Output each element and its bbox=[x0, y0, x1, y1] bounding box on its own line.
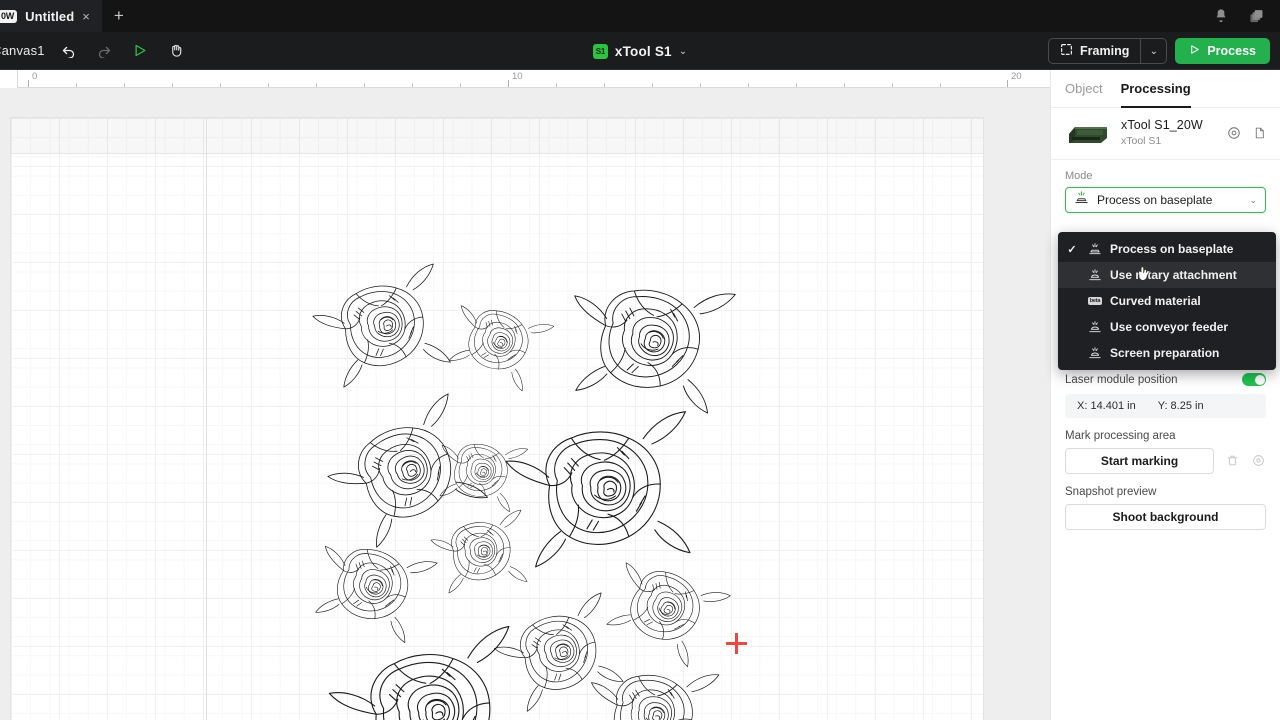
layers-icon[interactable] bbox=[1248, 7, 1266, 25]
close-icon[interactable]: × bbox=[82, 10, 90, 23]
trash-icon[interactable] bbox=[1226, 454, 1240, 468]
eye-circle-icon[interactable] bbox=[1252, 454, 1266, 468]
canvas-workspace[interactable] bbox=[0, 88, 1050, 720]
beta-badge-label: beta bbox=[1087, 297, 1103, 305]
tabbar-actions bbox=[1212, 0, 1280, 32]
process-label: Process bbox=[1207, 44, 1256, 58]
redo-icon[interactable] bbox=[86, 36, 122, 66]
framing-dashed-icon bbox=[1060, 43, 1073, 59]
mode-option-use-rotary-attachment[interactable]: Use rotary attachment bbox=[1058, 262, 1276, 288]
rotary-laser-icon bbox=[1086, 268, 1104, 282]
xtool-creative-space-window: 0W Untitled × + Canvas1 bbox=[0, 0, 1280, 720]
tabbar-spacer bbox=[136, 0, 1212, 32]
ruler-label-10: 10 bbox=[512, 71, 523, 82]
snapshot-label: Snapshot preview bbox=[1065, 486, 1157, 498]
tab-object[interactable]: Object bbox=[1065, 70, 1103, 108]
mode-option-label: Curved material bbox=[1110, 294, 1201, 308]
process-button[interactable]: Process bbox=[1175, 38, 1270, 64]
chevron-down-icon: ⌄ bbox=[1249, 194, 1257, 205]
mode-label: Mode bbox=[1065, 170, 1093, 182]
baseplate-laser-icon bbox=[1086, 242, 1104, 256]
undo-icon[interactable] bbox=[50, 36, 86, 66]
screen-laser-icon bbox=[1086, 346, 1104, 360]
machine-selector[interactable]: S1 xTool S1 ⌄ bbox=[592, 43, 688, 59]
gear-circle-icon[interactable] bbox=[1227, 126, 1241, 140]
panel-tabs: Object Processing bbox=[1051, 70, 1280, 108]
framing-button[interactable]: Framing bbox=[1049, 39, 1140, 63]
chevron-down-icon: ⌄ bbox=[678, 45, 688, 57]
machine-model: xTool S1 bbox=[1121, 135, 1162, 147]
laser-position-toggle[interactable] bbox=[1242, 373, 1266, 386]
start-marking-button[interactable]: Start marking bbox=[1065, 448, 1214, 474]
document-tab[interactable]: 0W Untitled × bbox=[0, 0, 102, 32]
framing-label: Framing bbox=[1080, 44, 1130, 58]
mode-section: Mode Process on baseplate ⌄ bbox=[1051, 160, 1280, 213]
coordinate-y: Y: 8.25 in bbox=[1157, 400, 1204, 412]
ruler-label-20: 20 bbox=[1011, 71, 1022, 82]
tab-bar: 0W Untitled × + bbox=[0, 0, 1280, 32]
laser-position-label: Laser module position bbox=[1065, 373, 1178, 386]
bell-icon[interactable] bbox=[1212, 7, 1230, 25]
machine-info-row: xTool S1_20W xTool S1 bbox=[1051, 108, 1280, 160]
machine-full-name: xTool S1_20W bbox=[1121, 118, 1203, 132]
tab-title: Untitled bbox=[25, 8, 75, 24]
canvas-board[interactable] bbox=[10, 117, 984, 720]
rose-line-art-pattern[interactable] bbox=[11, 118, 984, 720]
mode-option-screen-preparation[interactable]: Screen preparation bbox=[1058, 340, 1276, 366]
mode-selected-value: Process on baseplate bbox=[1097, 193, 1213, 207]
mode-option-curved-material[interactable]: beta Curved material bbox=[1058, 288, 1276, 314]
mode-select[interactable]: Process on baseplate ⌄ bbox=[1065, 187, 1266, 213]
hand-pan-icon[interactable] bbox=[158, 36, 194, 66]
mode-option-label: Use conveyor feeder bbox=[1110, 320, 1229, 334]
ruler-label-0: 0 bbox=[32, 71, 38, 82]
right-panel: Object Processing xTool S1_20W xTool S1 bbox=[1050, 70, 1280, 720]
machine-name-label: xTool S1 bbox=[614, 43, 672, 59]
select-cursor-icon[interactable] bbox=[122, 36, 158, 66]
coordinate-x: X: 14.401 in bbox=[1077, 400, 1136, 412]
toolbar-left-group: Canvas1 bbox=[0, 36, 194, 66]
main-toolbar: Canvas1 S1 xTool S1 ⌄ bbox=[0, 32, 1280, 70]
mode-dropdown-menu[interactable]: ✓ Process on baseplate Use rotary attach… bbox=[1058, 232, 1276, 370]
play-triangle-icon bbox=[1189, 44, 1200, 58]
baseplate-laser-icon bbox=[1074, 190, 1089, 210]
check-icon: ✓ bbox=[1067, 243, 1077, 256]
canvas-name-label[interactable]: Canvas1 bbox=[0, 43, 50, 58]
mark-area-label: Mark processing area bbox=[1065, 430, 1176, 442]
toggle-knob bbox=[1254, 374, 1265, 385]
beta-badge-icon: beta bbox=[1086, 297, 1104, 305]
mode-option-label: Process on baseplate bbox=[1110, 242, 1234, 256]
origin-crosshair-marker bbox=[726, 633, 747, 654]
machine-actions bbox=[1227, 126, 1266, 140]
machine-text: xTool S1_20W xTool S1 bbox=[1121, 118, 1217, 147]
mark-area-row: Start marking bbox=[1051, 448, 1280, 474]
tab-processing[interactable]: Processing bbox=[1120, 70, 1191, 108]
conveyor-laser-icon bbox=[1086, 320, 1104, 334]
mode-option-process-on-baseplate[interactable]: ✓ Process on baseplate bbox=[1058, 236, 1276, 262]
mode-option-label: Use rotary attachment bbox=[1110, 268, 1237, 282]
mode-option-use-conveyor-feeder[interactable]: Use conveyor feeder bbox=[1058, 314, 1276, 340]
new-tab-button[interactable]: + bbox=[102, 0, 136, 32]
horizontal-ruler[interactable]: 0 10 20 bbox=[0, 70, 1050, 88]
machine-badge: S1 bbox=[592, 43, 608, 59]
file-icon[interactable] bbox=[1253, 126, 1266, 140]
toolbar-right-group: Framing ⌄ Process bbox=[1048, 32, 1270, 70]
framing-dropdown-toggle[interactable]: ⌄ bbox=[1140, 39, 1166, 63]
machine-thumbnail bbox=[1065, 119, 1111, 147]
mode-option-label: Screen preparation bbox=[1110, 346, 1220, 360]
shoot-background-button[interactable]: Shoot background bbox=[1065, 504, 1266, 530]
laser-coordinates: X: 14.401 in Y: 8.25 in bbox=[1065, 394, 1266, 418]
framing-control-group: Framing ⌄ bbox=[1048, 38, 1168, 64]
tab-power-badge: 0W bbox=[0, 9, 18, 23]
